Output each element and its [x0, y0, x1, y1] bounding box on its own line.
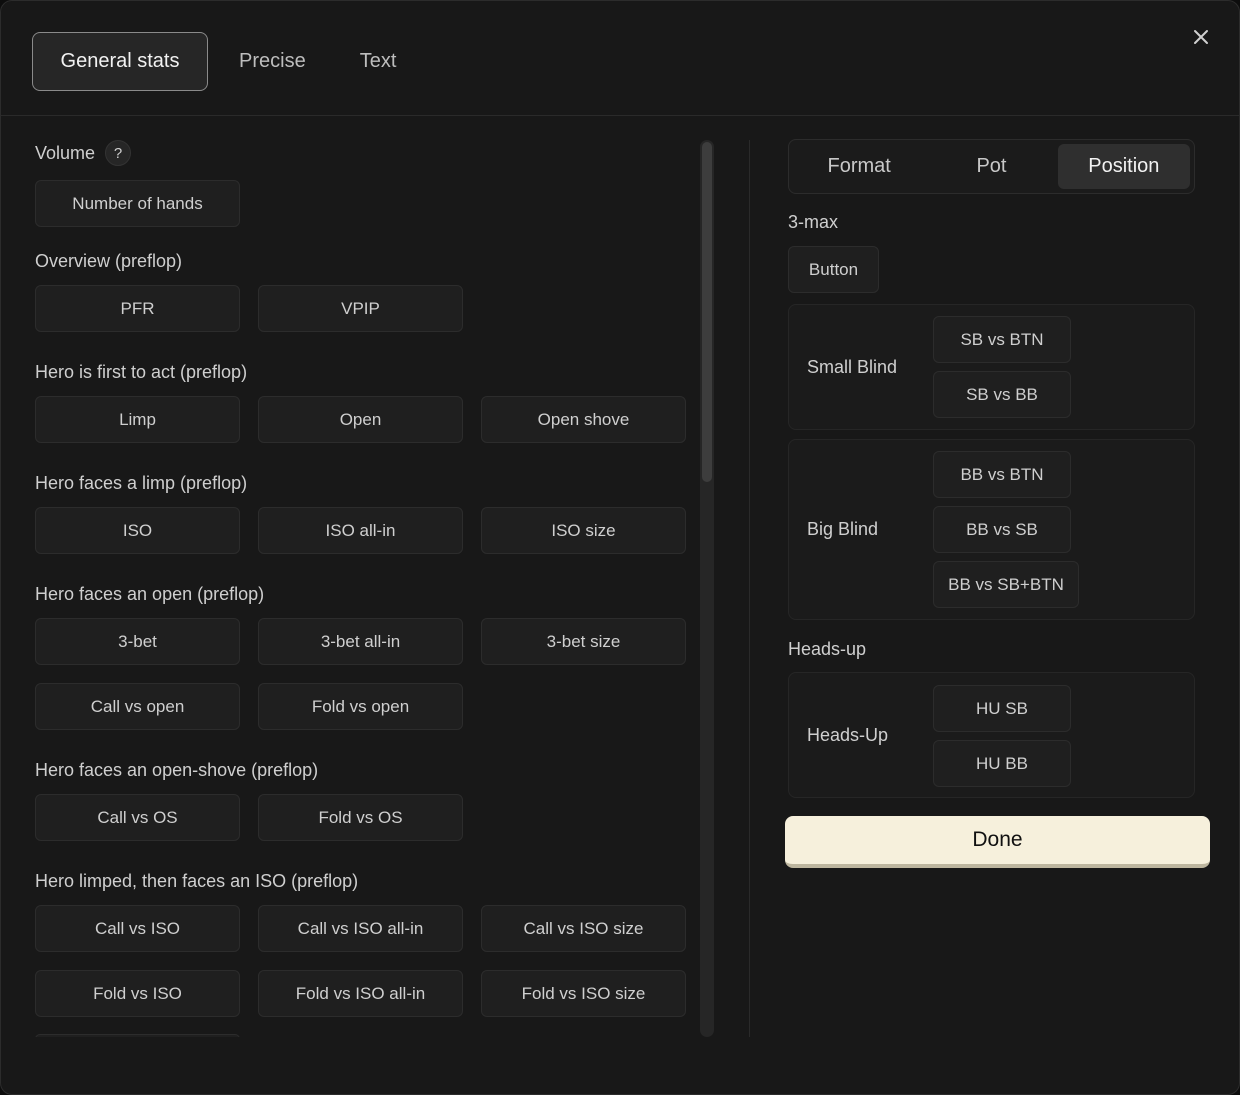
- position-button-bb-vs-sb[interactable]: BB vs SB: [933, 506, 1071, 553]
- big-blind-label: Big Blind: [807, 519, 879, 539]
- stat-button-fold-vs-open[interactable]: Fold vs open: [258, 683, 463, 730]
- section-title-faces-limp: Hero faces a limp (preflop): [35, 472, 248, 493]
- section-title-overview: Overview (preflop): [35, 250, 183, 271]
- header-divider: [1, 115, 1239, 116]
- stat-button-limp[interactable]: Limp: [35, 396, 240, 443]
- stat-button-open[interactable]: Open: [258, 396, 463, 443]
- stat-button-3bet[interactable]: 3-bet: [35, 618, 240, 665]
- stat-button-number-of-hands[interactable]: Number of hands: [35, 180, 240, 227]
- stat-button-call-vs-iso[interactable]: Call vs ISO: [35, 905, 240, 952]
- stat-button-fold-vs-os[interactable]: Fold vs OS: [258, 794, 463, 841]
- segment-position[interactable]: Position: [1057, 144, 1190, 189]
- position-button-sb-vs-btn[interactable]: SB vs BTN: [933, 316, 1071, 363]
- section-title-first-to-act: Hero is first to act (preflop): [35, 361, 248, 382]
- scrollbar[interactable]: [700, 140, 714, 1037]
- position-button-bb-vs-btn[interactable]: BB vs BTN: [933, 451, 1071, 498]
- stat-button-fold-vs-iso-all-in[interactable]: Fold vs ISO all-in: [258, 970, 463, 1017]
- stat-button-3bet-size[interactable]: 3-bet size: [481, 618, 686, 665]
- help-icon[interactable]: ?: [105, 140, 132, 166]
- section-title-volume: Volume ?: [35, 139, 132, 167]
- segment-format[interactable]: Format: [793, 144, 925, 189]
- section-title-faces-open-shove: Hero faces an open-shove (preflop): [35, 759, 319, 780]
- close-icon: [1194, 30, 1208, 44]
- stat-button-3bet-all-in[interactable]: 3-bet all-in: [258, 618, 463, 665]
- close-button[interactable]: [1187, 23, 1215, 51]
- done-button[interactable]: Done: [785, 816, 1210, 868]
- position-button-hu-bb[interactable]: HU BB: [933, 740, 1071, 787]
- tab-general-stats[interactable]: General stats: [32, 32, 208, 91]
- section-label: Volume: [35, 142, 96, 163]
- stat-button-iso[interactable]: ISO: [35, 507, 240, 554]
- three-max-label: 3-max: [788, 212, 839, 232]
- position-button-bb-vs-sb-btn[interactable]: BB vs SB+BTN: [933, 561, 1079, 608]
- stat-button-vpip[interactable]: VPIP: [258, 285, 463, 332]
- scrollbar-thumb[interactable]: [702, 142, 712, 482]
- stat-button-call-vs-open[interactable]: Call vs open: [35, 683, 240, 730]
- stat-button-fold-vs-iso[interactable]: Fold vs ISO: [35, 970, 240, 1017]
- small-blind-label: Small Blind: [807, 357, 898, 377]
- filter-segmented-control: Format Pot Position: [788, 139, 1195, 194]
- top-tabs: General stats Precise Text: [32, 32, 421, 91]
- heads-up-section-label: Heads-up: [788, 639, 867, 659]
- segment-pot[interactable]: Pot: [925, 144, 1057, 189]
- stat-button-partial: [35, 1034, 240, 1037]
- position-button-button[interactable]: Button: [788, 246, 879, 293]
- tab-precise[interactable]: Precise: [208, 32, 335, 91]
- panel-divider: [749, 140, 750, 1037]
- tab-text[interactable]: Text: [335, 32, 422, 91]
- stats-list: Volume ? Number of hands Overview (prefl…: [35, 139, 687, 1037]
- stat-button-call-vs-os[interactable]: Call vs OS: [35, 794, 240, 841]
- stats-modal: General stats Precise Text Volume ? Numb…: [0, 0, 1240, 1095]
- position-button-hu-sb[interactable]: HU SB: [933, 685, 1071, 732]
- stat-button-pfr[interactable]: PFR: [35, 285, 240, 332]
- section-title-faces-open: Hero faces an open (preflop): [35, 583, 265, 604]
- stat-button-call-vs-iso-all-in[interactable]: Call vs ISO all-in: [258, 905, 463, 952]
- section-title-limped-faces-iso: Hero limped, then faces an ISO (preflop): [35, 870, 359, 891]
- stat-button-fold-vs-iso-size[interactable]: Fold vs ISO size: [481, 970, 686, 1017]
- stat-button-call-vs-iso-size[interactable]: Call vs ISO size: [481, 905, 686, 952]
- heads-up-label: Heads-Up: [807, 725, 889, 745]
- stat-button-iso-size[interactable]: ISO size: [481, 507, 686, 554]
- stat-button-open-shove[interactable]: Open shove: [481, 396, 686, 443]
- stat-button-iso-all-in[interactable]: ISO all-in: [258, 507, 463, 554]
- position-button-sb-vs-bb[interactable]: SB vs BB: [933, 371, 1071, 418]
